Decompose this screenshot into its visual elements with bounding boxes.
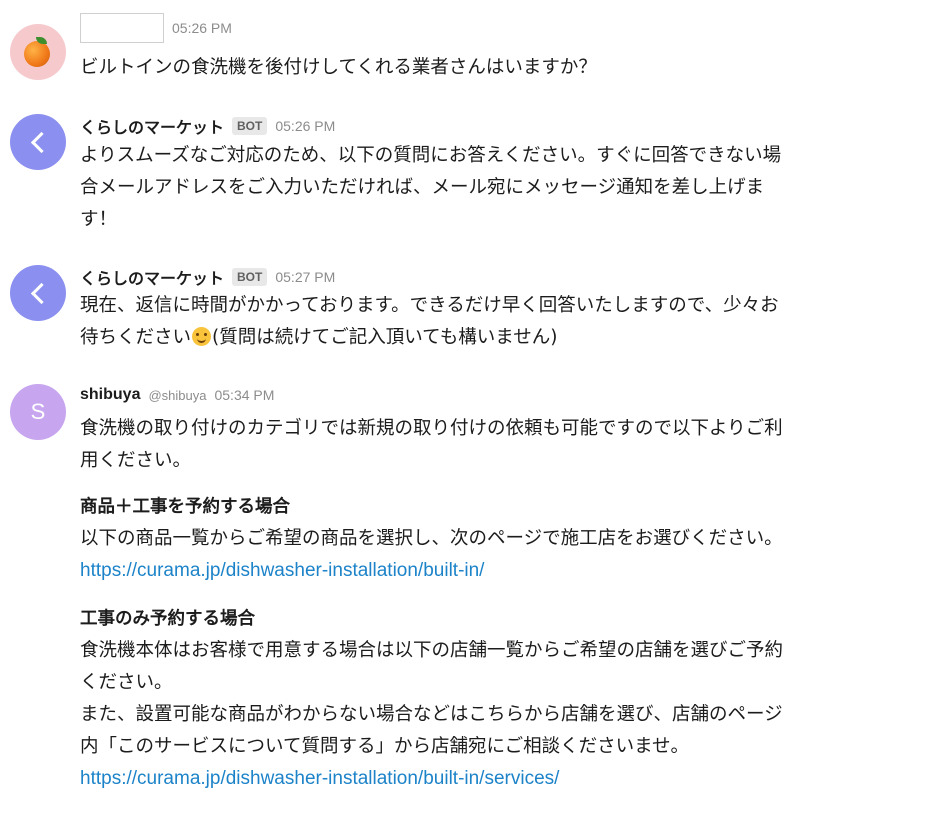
author-name-redacted[interactable] [80,13,164,43]
section-text-line: 食洗機本体はお客様で用意する場合は以下の店舗一覧からご希望の店舗を選びご予約 [80,640,784,661]
section-text-line: ください。 [80,672,173,693]
bot-badge: BOT [232,268,268,286]
bot-badge: BOT [232,117,268,135]
section-text-line: また、設置可能な商品がわからない場合などはこちらから店舗を選び、店舗のページ [80,704,783,725]
chevron-left-icon [30,282,52,304]
shibuya-avatar[interactable]: S [10,384,66,440]
message-text-line: よりスムーズなご対応のため、以下の質問にお答えください。すぐに回答できない場 [80,145,782,166]
avatar-letter: S [30,399,46,424]
author-name[interactable]: くらしのマーケット [80,265,224,289]
message-timestamp[interactable]: 05:26 PM [172,20,232,36]
section-heading: 商品＋工事を予約する場合 [80,497,290,517]
section-text: 以下の商品一覧からご希望の商品を選択し、次のページで施工店をお選びください。 [80,528,783,549]
bot-avatar[interactable] [10,265,66,321]
message-timestamp[interactable]: 05:27 PM [275,269,335,285]
message-text-line: 用ください。 [80,450,192,471]
orange-icon [23,37,53,67]
author-name[interactable]: くらしのマーケット [80,114,224,138]
author-name[interactable]: shibuya [80,386,140,404]
author-handle: @shibuya [148,387,207,403]
message-text-line: す！ [80,209,118,230]
message-text: ビルトインの食洗機を後付けしてくれる業者さんはいますか？ [80,57,597,78]
message-text-line: 待ちください (質問は続けてご記入頂いても構いません) [80,327,558,348]
products-link[interactable]: https://curama.jp/dishwasher-installatio… [80,555,900,587]
message-text-line: 合メールアドレスをご入力いただければ、メール宛にメッセージ通知を差し上げま [80,177,765,198]
chevron-left-icon [30,131,52,153]
message-timestamp[interactable]: 05:26 PM [275,118,335,134]
section-text-line: 内「このサービスについて質問する」から店舗宛にご相談くださいませ。 [80,736,690,757]
message-text-line: 現在、返信に時間がかかっております。できるだけ早く回答いたしますので、少々お [80,295,779,316]
message-text-line: 食洗機の取り付けのカテゴリでは新規の取り付けの依頼も可能ですので以下よりご利 [80,418,783,439]
message-timestamp[interactable]: 05:34 PM [214,387,274,403]
bot-avatar[interactable] [10,114,66,170]
services-link[interactable]: https://curama.jp/dishwasher-installatio… [80,763,900,795]
section-heading: 工事のみ予約する場合 [80,609,255,629]
user-avatar[interactable] [10,24,66,80]
smile-emoji-icon [192,327,212,346]
